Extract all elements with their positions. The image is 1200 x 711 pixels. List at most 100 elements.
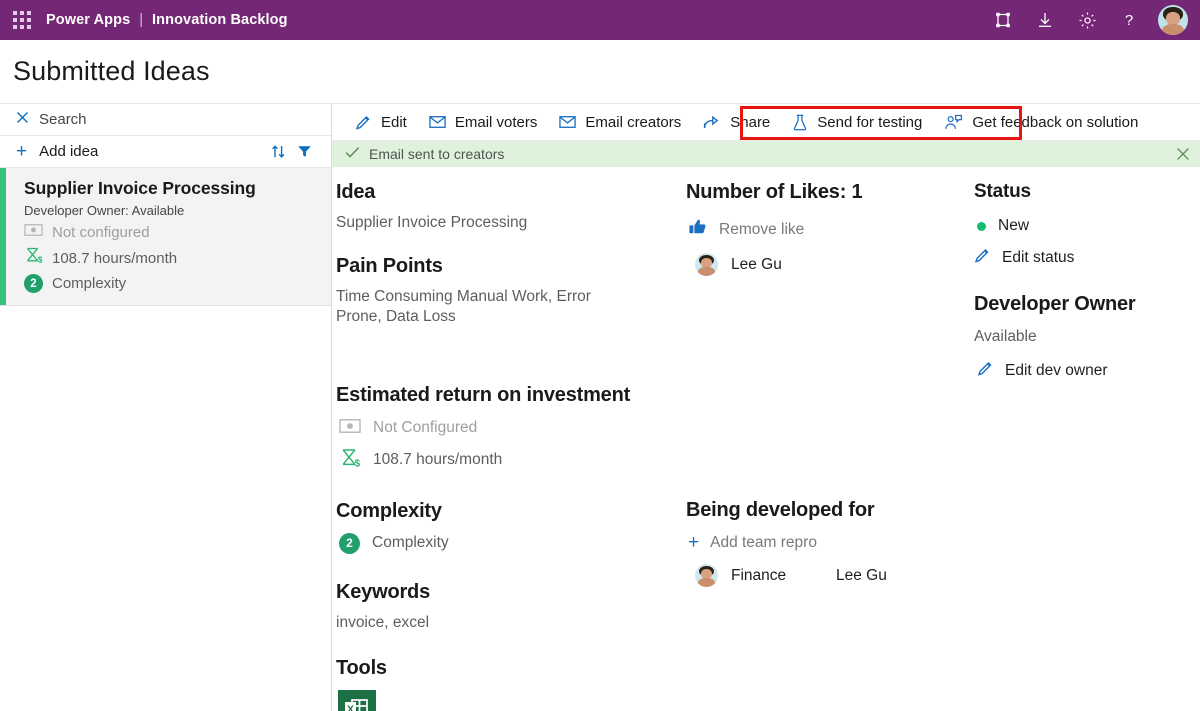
remove-like-label: Remove like (719, 220, 805, 238)
command-toolbar: Edit Email voters Email creators Share S… (332, 104, 1200, 141)
add-team-repro-button[interactable]: + Add team repro (686, 533, 962, 552)
edit-button[interactable]: Edit (344, 104, 418, 140)
person-feedback-icon (944, 114, 963, 131)
idea-card-money-text: Not configured (52, 224, 150, 241)
svg-text:?: ? (1125, 12, 1133, 29)
detail-content: Idea Supplier Invoice Processing Pain Po… (332, 167, 1200, 711)
idea-heading: Idea (336, 181, 376, 203)
page-header: Submitted Ideas (0, 40, 1200, 103)
ideas-list-pane: Search + Add idea Supplier Invoice Proce… (0, 104, 332, 711)
idea-card-money-metric: Not configured (24, 223, 256, 242)
brand-separator: | (139, 12, 144, 28)
likes-heading: Number of Likes: 1 (686, 181, 863, 203)
detail-column-middle: Number of Likes: 1 Remove like Lee Gu Be… (680, 181, 968, 711)
detail-column-right: Status New Edit status Developer Owner A… (968, 181, 1200, 711)
tools-heading: Tools (336, 657, 387, 680)
share-button[interactable]: Share (692, 104, 781, 140)
status-value: New (998, 217, 1030, 234)
page-body: Search + Add idea Supplier Invoice Proce… (0, 103, 1200, 711)
edit-dev-owner-button[interactable]: Edit dev owner (974, 360, 1194, 382)
hourglass-money-icon: $ (339, 448, 361, 473)
email-creators-label: Email creators (585, 113, 682, 131)
search-input[interactable]: Search (0, 104, 331, 136)
email-voters-button[interactable]: Email voters (418, 104, 549, 140)
top-navigation-bar: Power Apps | Innovation Backlog ? (0, 0, 1200, 40)
edit-label: Edit (381, 113, 407, 131)
edit-dev-owner-label: Edit dev owner (1005, 361, 1108, 379)
status-dot-icon (977, 221, 986, 231)
close-icon[interactable] (1176, 147, 1190, 161)
complexity-row: 2 Complexity (336, 532, 674, 554)
remove-like-button[interactable]: Remove like (686, 218, 962, 241)
pain-points-value: Time Consuming Manual Work, Error Prone,… (336, 287, 591, 326)
avatar (695, 564, 718, 587)
list-item[interactable]: Supplier Invoice Processing Developer Ow… (0, 168, 331, 306)
roi-hours-text: 108.7 hours/month (373, 451, 503, 469)
email-creators-button[interactable]: Email creators (548, 104, 692, 140)
help-icon[interactable]: ? (1110, 0, 1148, 40)
status-heading: Status (974, 181, 1031, 202)
brand-area: Power Apps | Innovation Backlog (46, 12, 288, 28)
idea-card-complexity-metric: 2 Complexity (24, 274, 256, 293)
idea-card-hours-text: 108.7 hours/month (52, 249, 178, 267)
idea-card-title: Supplier Invoice Processing (24, 178, 256, 198)
like-person-row: Lee Gu (686, 253, 962, 276)
hourglass-money-icon: $ (24, 247, 43, 269)
mail-icon (559, 115, 577, 129)
team-name: Finance (731, 566, 787, 584)
status-badge: New (974, 217, 1194, 235)
share-label: Share (730, 113, 771, 131)
idea-card-complexity-text: Complexity (52, 275, 127, 292)
pencil-icon (974, 247, 991, 269)
complexity-heading: Complexity (336, 499, 442, 522)
filter-icon[interactable] (291, 144, 317, 159)
complexity-badge: 2 (339, 532, 360, 554)
excel-icon[interactable]: X (338, 690, 376, 711)
app-launcher-icon[interactable] (0, 0, 44, 40)
avatar (695, 253, 718, 276)
share-icon (703, 114, 721, 130)
pencil-icon (355, 114, 372, 131)
pencil-icon (977, 360, 994, 382)
complexity-text: Complexity (372, 534, 449, 552)
roi-hours-row: $ 108.7 hours/month (336, 448, 674, 473)
gear-icon[interactable] (1068, 0, 1106, 40)
checkmark-icon (345, 146, 360, 162)
svg-text:$: $ (355, 458, 361, 467)
notification-bar: Email sent to creators (332, 141, 1200, 167)
top-bar-actions: ? (984, 0, 1200, 40)
get-feedback-label: Get feedback on solution (972, 113, 1139, 131)
keywords-value: invoice, excel (336, 613, 430, 631)
roi-money-row: Not Configured (336, 418, 674, 439)
send-for-testing-button[interactable]: Send for testing (781, 104, 933, 140)
tools-list: X O (336, 690, 674, 711)
developed-for-heading: Being developed for (686, 499, 875, 521)
add-idea-button[interactable]: Add idea (39, 143, 98, 160)
get-feedback-button[interactable]: Get feedback on solution (933, 104, 1149, 140)
team-person-name: Lee Gu (836, 566, 887, 584)
edit-status-label: Edit status (1002, 249, 1075, 266)
svg-text:$: $ (38, 254, 43, 264)
money-icon (339, 418, 361, 439)
fullscreen-icon[interactable] (984, 0, 1022, 40)
plus-icon[interactable]: + (16, 142, 27, 161)
app-name[interactable]: Power Apps (46, 12, 130, 28)
avatar[interactable] (1158, 5, 1188, 35)
roi-heading: Estimated return on investment (336, 383, 631, 406)
roi-money-text: Not Configured (373, 419, 478, 437)
plus-icon: + (688, 532, 700, 553)
money-icon (24, 223, 43, 242)
detail-column-left: Idea Supplier Invoice Processing Pain Po… (332, 181, 680, 711)
mail-icon (429, 115, 446, 129)
document-name[interactable]: Innovation Backlog (152, 12, 288, 28)
download-icon[interactable] (1026, 0, 1064, 40)
svg-text:X: X (347, 705, 354, 711)
close-icon[interactable] (16, 111, 29, 129)
sort-icon[interactable] (265, 144, 291, 159)
edit-status-button[interactable]: Edit status (974, 247, 1194, 269)
idea-card-owner: Developer Owner: Available (24, 203, 185, 218)
send-for-testing-label: Send for testing (817, 113, 923, 131)
pain-points-heading: Pain Points (336, 254, 443, 277)
team-row: Finance Lee Gu (686, 564, 962, 587)
page-title: Submitted Ideas (13, 56, 210, 86)
